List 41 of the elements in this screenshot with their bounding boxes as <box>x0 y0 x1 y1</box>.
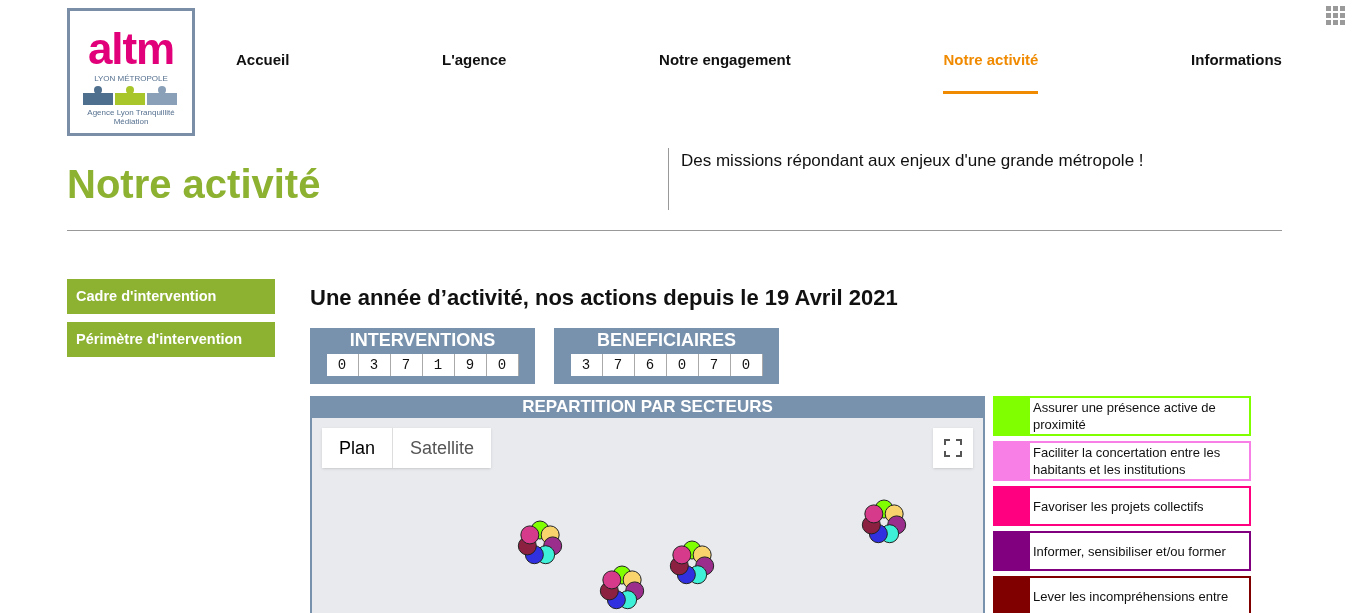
page-title: Notre activité <box>67 161 322 208</box>
counter-digit: 0 <box>326 354 359 376</box>
cluster-marker[interactable] <box>517 520 563 565</box>
legend-label: Faciliter la concertation entre les habitants et les institutions <box>1030 443 1249 479</box>
section-heading: Une année d’activité, nos actions depuis le 19 Avril 2021 <box>310 284 899 312</box>
nav-link[interactable]: Notre engagement <box>659 49 791 94</box>
logo[interactable]: altm LYON MÉTROPOLE Agence Lyon Tranquillité Médiation <box>67 8 195 136</box>
map-type-toggle[interactable]: Plan <box>322 428 393 468</box>
apps-grid-icon[interactable] <box>1326 6 1346 26</box>
cluster-marker[interactable] <box>599 565 645 610</box>
legend-label: Assurer une présence active de proximité <box>1030 398 1249 434</box>
counter-digit: 0 <box>730 354 763 376</box>
counter-title: BENEFICIAIRES <box>597 329 736 351</box>
counter-digit: 7 <box>698 354 731 376</box>
counter-digit: 3 <box>358 354 391 376</box>
counter-digit: 3 <box>570 354 603 376</box>
counter-digit: 0 <box>486 354 519 376</box>
counter-digit: 6 <box>634 354 667 376</box>
logo-wordmark: altm <box>87 27 175 71</box>
logo-region: LYON MÉTROPOLE <box>94 73 168 85</box>
map-title: REPARTITION PAR SECTEURS <box>521 396 774 418</box>
tagline: Des missions répondant aux enjeux d'une grande métropole ! <box>681 150 1144 172</box>
counter-digit: 9 <box>454 354 487 376</box>
nav-link[interactable]: Informations <box>1191 49 1282 94</box>
nav-link[interactable]: L'agence <box>442 49 507 94</box>
legend-label: Favoriser les projets collectifs <box>1030 488 1249 524</box>
map-placeholder[interactable]: Plan Satellite <box>312 418 983 613</box>
map-type-toggle[interactable]: Satellite <box>392 428 492 468</box>
logo-caption: Agence Lyon Tranquillité Médiation <box>86 108 176 126</box>
counter-digit: 7 <box>602 354 635 376</box>
nav-link[interactable]: Accueil <box>236 49 290 94</box>
counter-digit: 0 <box>666 354 699 376</box>
counter-digit: 7 <box>390 354 423 376</box>
counter-digit: 1 <box>422 354 455 376</box>
fullscreen-icon <box>944 439 962 457</box>
fullscreen-button[interactable] <box>933 428 973 468</box>
cluster-marker[interactable] <box>861 499 907 544</box>
counter-title: INTERVENTIONS <box>349 329 496 351</box>
cluster-marker[interactable] <box>669 540 715 585</box>
legend-label: Informer, sensibiliser et/ou former <box>1030 533 1249 569</box>
legend-label: Lever les incompréhensions entre <box>1030 578 1249 613</box>
